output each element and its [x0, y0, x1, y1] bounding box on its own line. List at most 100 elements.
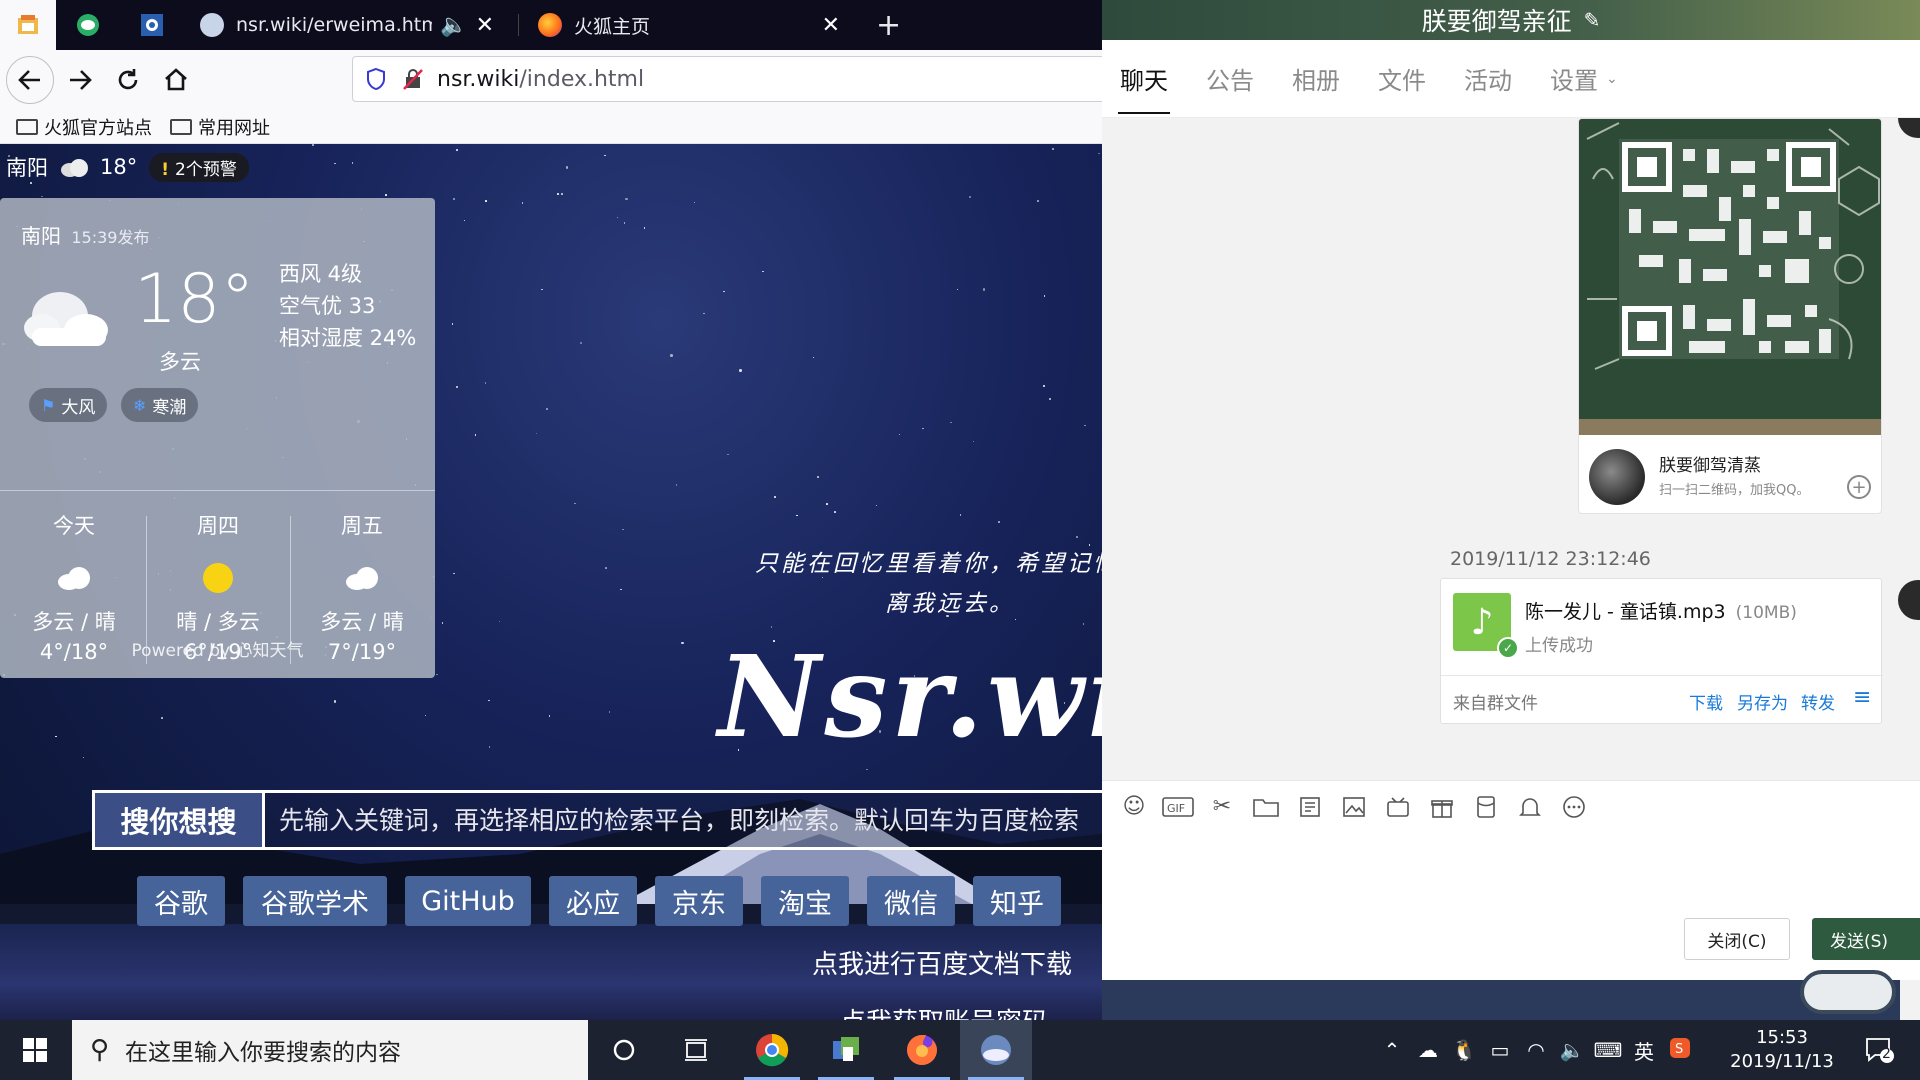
gif-icon[interactable]: GIF [1156, 787, 1200, 827]
save-as-link[interactable]: 另存为 [1737, 689, 1788, 714]
qq-icon[interactable]: 🐧 [1446, 1038, 1482, 1062]
avatar[interactable] [1898, 118, 1920, 138]
download-link[interactable]: 下载 [1689, 689, 1723, 714]
engine-wechat-button[interactable]: 微信 [867, 876, 955, 926]
bell-icon[interactable] [1508, 787, 1552, 827]
keyboard-icon[interactable]: ⌨ [1590, 1038, 1626, 1062]
message-input[interactable] [1102, 832, 1920, 916]
engine-scholar-button[interactable]: 谷歌学术 [243, 876, 387, 926]
image-icon[interactable] [1332, 787, 1376, 827]
chevron-up-icon[interactable]: ⌃ [1374, 1038, 1410, 1062]
document-icon[interactable] [1288, 787, 1332, 827]
send-button[interactable]: 发送(S) [1812, 918, 1920, 960]
taskbar-firefox[interactable] [886, 1020, 958, 1080]
scroll-down-button[interactable] [1900, 980, 1920, 1020]
baidu-doc-link[interactable]: 点我进行百度文档下载 [812, 944, 1072, 981]
cortana-button[interactable] [588, 1020, 660, 1080]
weather-powered-by[interactable]: Powered by 心知天气 [0, 636, 435, 661]
home-button[interactable] [152, 56, 200, 104]
engine-buttons: 谷歌 谷歌学术 GitHub 必应 京东 淘宝 微信 知乎 [137, 876, 1079, 926]
gift-icon[interactable] [1420, 787, 1464, 827]
search-input[interactable] [265, 793, 1102, 847]
red-packet-icon[interactable] [1464, 787, 1508, 827]
taskbar-qq-group[interactable] [960, 1020, 1032, 1080]
pinned-tab-home[interactable] [0, 0, 56, 50]
message-area: 朕要御驾清蒸 扫一扫二维码，加我QQ。 + 2019/11/12 23:12:4… [1102, 118, 1920, 780]
battery-icon[interactable]: ▭ [1482, 1038, 1518, 1062]
edit-icon[interactable]: ✎ [1584, 8, 1601, 32]
task-view-button[interactable] [660, 1020, 732, 1080]
floating-widget[interactable] [1800, 970, 1896, 1014]
search-label[interactable]: 搜你想搜 [95, 793, 265, 847]
pinned-tab-wechat[interactable] [60, 0, 116, 50]
engine-google-button[interactable]: 谷歌 [137, 876, 225, 926]
back-button[interactable] [6, 56, 54, 104]
speaker-icon[interactable]: 🔈 [440, 13, 467, 38]
close-tab-icon[interactable]: ✕ [822, 13, 840, 38]
close-tab-icon[interactable]: ✕ [476, 13, 494, 38]
weather-strip[interactable]: 南阳 18° ! 2个预警 [6, 152, 249, 182]
sogou-icon[interactable]: S [1662, 1037, 1698, 1064]
start-button[interactable] [0, 1020, 70, 1080]
bookmark-firefox-sites[interactable]: 火狐官方站点 [16, 114, 152, 140]
pinned-tab-app[interactable] [124, 0, 180, 50]
star [436, 673, 438, 676]
engine-zhihu-button[interactable]: 知乎 [973, 876, 1061, 926]
engine-jd-button[interactable]: 京东 [655, 876, 743, 926]
star [727, 453, 729, 456]
wifi-icon[interactable]: ◠ [1518, 1038, 1554, 1062]
group-avatar-icon [981, 1035, 1011, 1065]
bookmark-common-sites[interactable]: 常用网址 [170, 114, 270, 140]
alert-pill-wind[interactable]: ⚑ 大风 [29, 388, 108, 422]
onedrive-icon[interactable]: ☁ [1410, 1038, 1446, 1062]
reload-button[interactable] [104, 56, 152, 104]
board-frame [1579, 419, 1881, 435]
taskbar-search[interactable]: ⚲ 在这里输入你要搜索的内容 [72, 1020, 588, 1080]
tab-firefox-home[interactable]: 火狐主页 ✕ [524, 0, 854, 50]
search-icon: ⚲ [90, 1035, 110, 1065]
forward-link[interactable]: 转发 [1801, 689, 1835, 714]
close-button[interactable]: 关闭(C) [1684, 918, 1790, 960]
alert-pill-cold[interactable]: ❄ 寒潮 [121, 388, 199, 422]
star [546, 408, 548, 410]
taskbar-app[interactable] [810, 1020, 882, 1080]
tab-album[interactable]: 相册 [1292, 40, 1340, 118]
emoji-icon[interactable]: ☺ [1112, 787, 1156, 827]
weather-city: 南阳 [21, 224, 61, 248]
star [453, 572, 455, 575]
volume-icon[interactable]: 🔈 [1554, 1038, 1590, 1062]
video-icon[interactable] [1376, 787, 1420, 827]
account-link[interactable]: 点我获取账号密码 [840, 1002, 1048, 1020]
more-icon[interactable] [1552, 787, 1596, 827]
tab-notice[interactable]: 公告 [1206, 40, 1254, 118]
warning-badge[interactable]: ! 2个预警 [149, 152, 249, 182]
star [956, 288, 959, 291]
clock[interactable]: 15:53 2019/11/13 [1726, 1026, 1838, 1074]
new-tab-button[interactable]: + [862, 0, 912, 50]
url-bar[interactable]: nsr.wiki/index.html [352, 56, 1112, 102]
tab-activity[interactable]: 活动 [1464, 40, 1512, 118]
zoom-in-icon[interactable]: + [1847, 475, 1871, 499]
notification-button[interactable]: 2 [1852, 1020, 1908, 1080]
tab-erweima[interactable]: nsr.wiki/erweima.html 🔈 ✕ [186, 0, 508, 50]
tab-settings[interactable]: 设置 ⌄ [1550, 40, 1618, 118]
taskbar-chrome[interactable] [736, 1020, 808, 1080]
tab-chat[interactable]: 聊天 [1118, 40, 1170, 118]
folder-icon[interactable] [1244, 787, 1288, 827]
scissors-icon[interactable]: ✂ [1200, 787, 1244, 827]
cloud-large-icon [24, 292, 108, 346]
search-box: 搜你想搜 [92, 790, 1102, 850]
ime-language[interactable]: 英 [1626, 1036, 1662, 1065]
engine-taobao-button[interactable]: 淘宝 [761, 876, 849, 926]
avatar[interactable] [1898, 580, 1920, 620]
star [161, 717, 163, 719]
engine-github-button[interactable]: GitHub [405, 876, 531, 926]
file-message-card[interactable]: ♪ ✓ 陈一发儿 - 童话镇.mp3 (10MB) 上传成功 来自群文件 下载 另… [1440, 578, 1883, 724]
forecast-day-name: 今天 [53, 514, 95, 538]
engine-bing-button[interactable]: 必应 [549, 876, 637, 926]
menu-icon[interactable]: ≡ [1853, 687, 1871, 709]
tab-files[interactable]: 文件 [1378, 40, 1426, 118]
qr-contact-card[interactable]: 朕要御驾清蒸 扫一扫二维码，加我QQ。 + [1578, 118, 1882, 514]
cortana-icon [613, 1039, 635, 1061]
forward-button[interactable] [56, 56, 104, 104]
